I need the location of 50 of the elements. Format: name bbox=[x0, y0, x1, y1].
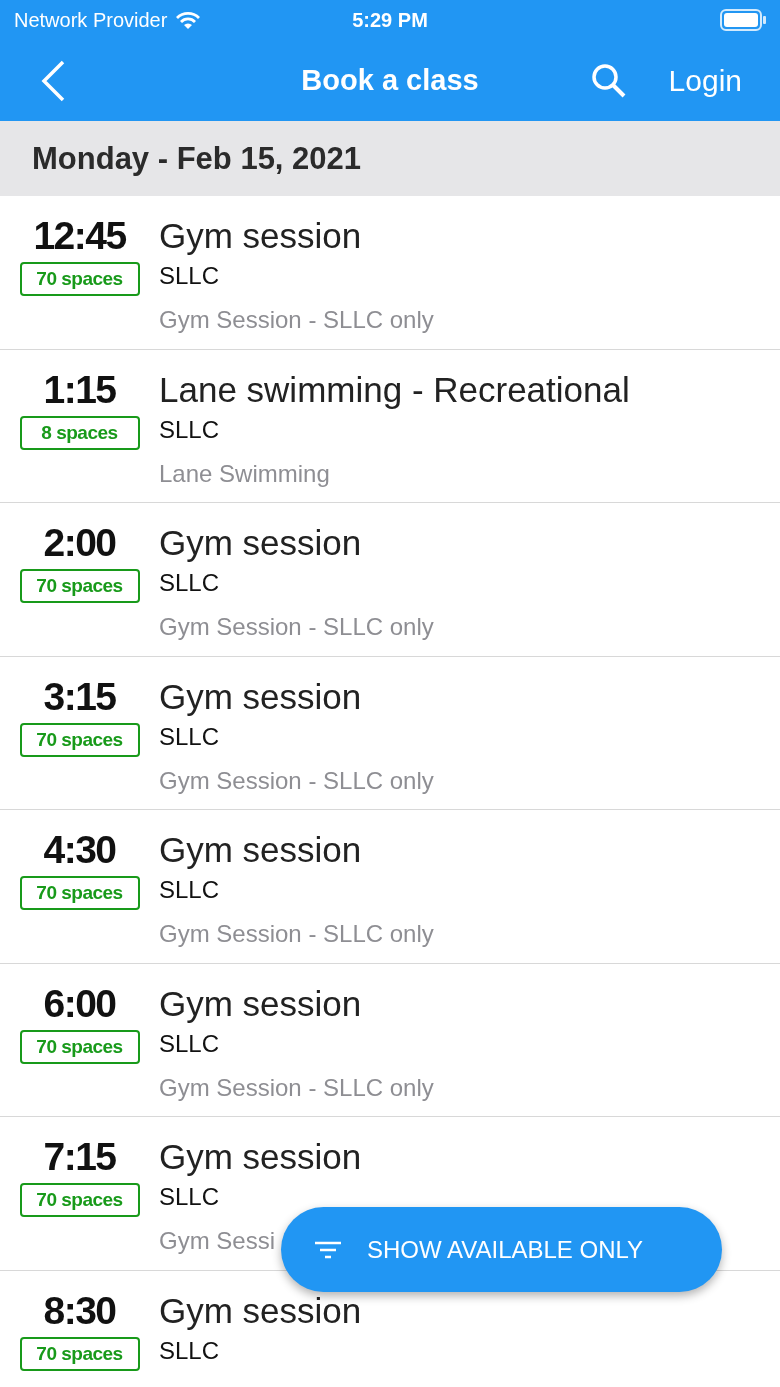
session-title: Lane swimming - Recreational bbox=[159, 369, 630, 410]
spaces-badge: 70 spaces bbox=[19, 1336, 140, 1371]
session-title: Gym session bbox=[159, 216, 363, 256]
spaces-badge: 70 spaces bbox=[19, 876, 140, 910]
session-location: SLLC bbox=[159, 262, 221, 290]
session-description: Gym Session - SLLC only bbox=[159, 920, 434, 948]
session-title: Gym session bbox=[159, 1137, 362, 1177]
session-title: Gym session bbox=[159, 1290, 362, 1331]
spaces-badge: 8 spaces bbox=[19, 415, 140, 450]
session-description: Gym Session - SLLC only bbox=[159, 766, 434, 795]
wifi-icon bbox=[175, 10, 202, 30]
session-location: SLLC bbox=[159, 1183, 221, 1211]
spaces-badge: 70 spaces bbox=[19, 569, 140, 603]
session-description: Gym Session - SLLC only bbox=[159, 1073, 434, 1102]
session-title: Gym session bbox=[159, 983, 363, 1024]
back-button[interactable] bbox=[40, 59, 66, 102]
session-time: 4:30 bbox=[43, 828, 116, 872]
session-location: SLLC bbox=[159, 569, 221, 597]
login-button[interactable]: Login bbox=[668, 63, 742, 98]
session-time: 3:15 bbox=[43, 674, 116, 719]
carrier-name: Network Provider bbox=[14, 8, 168, 32]
session-description: Gym Sessi bbox=[159, 1227, 275, 1255]
session-description: Gym Session - SLLC only bbox=[159, 613, 434, 641]
session-location: SLLC bbox=[159, 1029, 221, 1058]
spaces-badge: 70 spaces bbox=[19, 1029, 140, 1064]
session-time: 12:45 bbox=[33, 214, 126, 258]
filter-icon bbox=[315, 1240, 341, 1259]
session-time: 6:00 bbox=[43, 981, 116, 1026]
search-button[interactable] bbox=[590, 62, 627, 99]
session-title: Gym session bbox=[159, 830, 363, 870]
session-time: 8:30 bbox=[43, 1288, 116, 1333]
session-title: Gym session bbox=[159, 676, 363, 717]
spaces-badge: 70 spaces bbox=[19, 262, 140, 296]
spaces-badge: 70 spaces bbox=[19, 722, 140, 757]
session-title: Gym session bbox=[159, 523, 363, 563]
date-header: Monday - Feb 15, 2021 bbox=[0, 121, 780, 196]
session-location: SLLC bbox=[159, 722, 221, 751]
session-description: Gym Session - SLLC only bbox=[159, 306, 434, 334]
battery-icon bbox=[720, 9, 766, 31]
session-description: Lane Swimming bbox=[159, 459, 330, 488]
page-title: Book a class bbox=[301, 64, 479, 97]
session-time: 7:15 bbox=[43, 1135, 116, 1179]
session-location: SLLC bbox=[159, 876, 221, 904]
session-time: 2:00 bbox=[43, 521, 116, 565]
session-time: 1:15 bbox=[43, 367, 116, 412]
session-location: SLLC bbox=[159, 415, 221, 444]
clock: 5:29 PM bbox=[352, 8, 428, 32]
show-available-button[interactable]: SHOW AVAILABLE ONLY bbox=[281, 1207, 722, 1292]
spaces-badge: 70 spaces bbox=[19, 1183, 140, 1217]
session-location: SLLC bbox=[159, 1336, 221, 1365]
